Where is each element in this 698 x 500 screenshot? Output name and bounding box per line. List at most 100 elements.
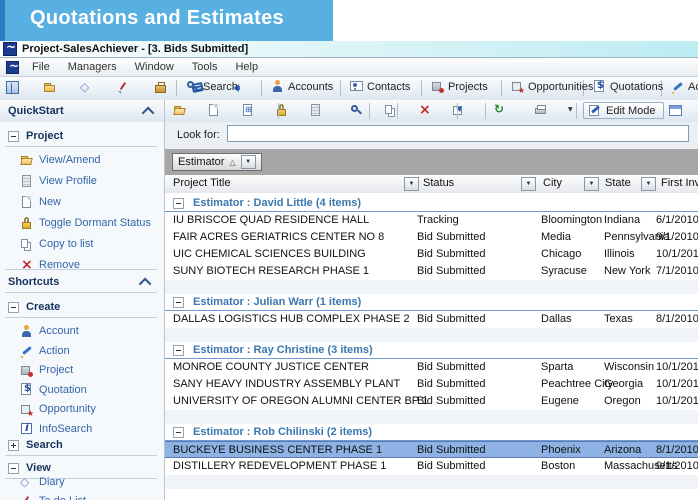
sidebar-item-new[interactable]: New bbox=[0, 192, 165, 212]
copy-icon[interactable] bbox=[384, 104, 397, 117]
sidebar-section-project[interactable]: Project bbox=[0, 126, 165, 146]
page-title: Quotations and Estimates bbox=[30, 7, 284, 30]
look-for-input[interactable] bbox=[227, 125, 689, 142]
column-header-state[interactable]: State bbox=[605, 177, 631, 189]
sidebar-item-toggle-dormant-status[interactable]: Toggle Dormant Status bbox=[0, 213, 165, 233]
group-by-bar[interactable]: Estimator △ bbox=[165, 149, 698, 176]
column-filter-button[interactable] bbox=[641, 177, 656, 191]
sidebar-item-account[interactable]: Account bbox=[0, 321, 165, 341]
quickstart-panel-header[interactable]: QuickStart bbox=[0, 100, 165, 122]
nav-button-contacts[interactable]: Contacts bbox=[347, 79, 413, 94]
sidebar-section-shortcuts[interactable]: Shortcuts bbox=[0, 272, 165, 292]
sidebar-item-view-amend[interactable]: View/Amend bbox=[0, 150, 165, 170]
print-icon[interactable] bbox=[534, 104, 547, 117]
column-header-project-title[interactable]: Project Title bbox=[173, 177, 230, 189]
diary-icon[interactable] bbox=[80, 81, 93, 94]
sidebar-item-project[interactable]: Project bbox=[0, 360, 165, 380]
window-titlebar[interactable]: Project-SalesAchiever - [3. Bids Submitt… bbox=[0, 41, 698, 58]
sidebar-section-search[interactable]: Search bbox=[0, 435, 165, 455]
nav-button-quotations[interactable]: Quotations bbox=[590, 79, 666, 94]
toolbar-separator bbox=[397, 103, 398, 119]
edit-mode-label: Edit Mode bbox=[606, 105, 656, 117]
nav-button-actions[interactable]: Actions bbox=[668, 79, 698, 94]
chevron-up-icon[interactable] bbox=[142, 106, 155, 119]
cell-project-title: SANY HEAVY INDUSTRY ASSEMBLY PLANT bbox=[173, 376, 400, 393]
collapse-box-icon[interactable] bbox=[173, 198, 184, 209]
print-dropdown-icon[interactable] bbox=[568, 104, 576, 117]
menu-item-help[interactable]: Help bbox=[226, 59, 267, 75]
cell-city: Media bbox=[541, 229, 571, 246]
sidebar-item-diary[interactable]: Diary bbox=[0, 472, 165, 492]
folder-icon[interactable] bbox=[43, 81, 56, 94]
table-row[interactable]: MONROE COUNTY JUSTICE CENTERBid Submitte… bbox=[165, 359, 698, 376]
sidebar-item-label: Toggle Dormant Status bbox=[39, 217, 151, 229]
collapse-box-icon[interactable] bbox=[8, 131, 19, 142]
lock-icon[interactable] bbox=[275, 104, 288, 117]
menu-item-tools[interactable]: Tools bbox=[183, 59, 227, 75]
chevron-up-icon[interactable] bbox=[139, 277, 152, 290]
group-header-row[interactable]: Estimator : David Little (4 items) bbox=[165, 195, 698, 212]
column-filter-button[interactable] bbox=[521, 177, 536, 191]
table-row[interactable]: SUNY BIOTECH RESEARCH PHASE 1Bid Submitt… bbox=[165, 263, 698, 280]
cell-first-inv: 7/1/2010 bbox=[656, 263, 698, 280]
edit-mode-button[interactable]: Edit Mode bbox=[583, 102, 664, 119]
layout-top-icon[interactable] bbox=[669, 104, 682, 117]
delete-icon[interactable] bbox=[418, 104, 431, 117]
expand-box-icon[interactable] bbox=[8, 440, 19, 451]
todo-icon[interactable] bbox=[117, 81, 130, 94]
table-row[interactable]: SANY HEAVY INDUSTRY ASSEMBLY PLANTBid Su… bbox=[165, 376, 698, 393]
refresh-icon[interactable] bbox=[493, 104, 506, 117]
sidebar-section-create[interactable]: Create bbox=[0, 297, 165, 317]
new-document-icon[interactable] bbox=[207, 104, 220, 117]
table-row[interactable]: BUCKEYE BUSINESS CENTER PHASE 1Bid Submi… bbox=[165, 441, 698, 458]
sidebar-item-view-profile[interactable]: View Profile bbox=[0, 171, 165, 191]
notes-icon[interactable] bbox=[309, 104, 322, 117]
sidebar-item-copy-to-list[interactable]: Copy to list bbox=[0, 234, 165, 254]
sidebar-item-quotation[interactable]: Quotation bbox=[0, 380, 165, 400]
table-row[interactable]: DISTILLERY REDEVELOPMENT PHASE 1Bid Subm… bbox=[165, 458, 698, 475]
briefcase-icon[interactable] bbox=[154, 81, 167, 94]
grid-view-icon[interactable] bbox=[6, 81, 19, 94]
open-icon[interactable] bbox=[173, 104, 186, 117]
cell-state: Indiana bbox=[604, 212, 640, 229]
group-by-dropdown-button[interactable] bbox=[241, 155, 256, 169]
table-row[interactable]: UNIVERSITY OF OREGON ALUMNI CENTER BP 1B… bbox=[165, 393, 698, 410]
sidebar-item-label: Account bbox=[39, 325, 79, 337]
export-icon[interactable] bbox=[452, 104, 465, 117]
sidebar-item-to-do-list[interactable]: To do List bbox=[0, 491, 165, 500]
group-by-chip[interactable]: Estimator △ bbox=[172, 153, 262, 171]
table-row[interactable]: IU BRISCOE QUAD RESIDENCE HALLTrackingBl… bbox=[165, 212, 698, 229]
collapse-box-icon[interactable] bbox=[8, 302, 19, 313]
column-header-first-inv[interactable]: First Inv bbox=[661, 177, 698, 189]
group-header-row[interactable]: Estimator : Ray Christine (3 items) bbox=[165, 342, 698, 359]
nav-button-projects[interactable]: Projects bbox=[428, 79, 491, 94]
sidebar-item-action[interactable]: Action bbox=[0, 341, 165, 361]
group-header-row[interactable]: Estimator : Julian Warr (1 items) bbox=[165, 294, 698, 311]
document-properties-icon[interactable] bbox=[241, 104, 254, 117]
table-row[interactable]: UIC CHEMICAL SCIENCES BUILDINGBid Submit… bbox=[165, 246, 698, 263]
cell-project-title: FAIR ACRES GERIATRICS CENTER NO 8 bbox=[173, 229, 384, 246]
nav-button-opportunities[interactable]: Opportunities bbox=[508, 79, 596, 94]
nav-button-search[interactable]: Search bbox=[183, 79, 241, 94]
look-for-label: Look for: bbox=[177, 129, 220, 141]
sidebar-item-opportunity[interactable]: Opportunity bbox=[0, 399, 165, 419]
collapse-box-icon[interactable] bbox=[173, 427, 184, 438]
column-header-row: Project Title Status City State First Inv bbox=[165, 175, 698, 194]
menu-item-file[interactable]: File bbox=[23, 59, 59, 75]
menu-item-managers[interactable]: Managers bbox=[59, 59, 126, 75]
group-header-row[interactable]: Estimator : Rob Chilinski (2 items) bbox=[165, 424, 698, 441]
cell-state: Illinois bbox=[604, 246, 635, 263]
menu-item-window[interactable]: Window bbox=[126, 59, 183, 75]
person-icon bbox=[271, 80, 284, 93]
table-row[interactable]: DALLAS LOGISTICS HUB COMPLEX PHASE 2Bid … bbox=[165, 311, 698, 328]
table-row[interactable]: FAIR ACRES GERIATRICS CENTER NO 8Bid Sub… bbox=[165, 229, 698, 246]
column-filter-button[interactable] bbox=[584, 177, 599, 191]
search-icon[interactable] bbox=[350, 104, 363, 117]
column-header-city[interactable]: City bbox=[543, 177, 562, 189]
collapse-box-icon[interactable] bbox=[173, 297, 184, 308]
column-filter-button[interactable] bbox=[404, 177, 419, 191]
nav-button-accounts[interactable]: Accounts bbox=[268, 79, 336, 94]
navigation-toolbar: Search Accounts Contacts Projects Opportunit… bbox=[0, 77, 698, 101]
column-header-status[interactable]: Status bbox=[423, 177, 454, 189]
collapse-box-icon[interactable] bbox=[173, 345, 184, 356]
